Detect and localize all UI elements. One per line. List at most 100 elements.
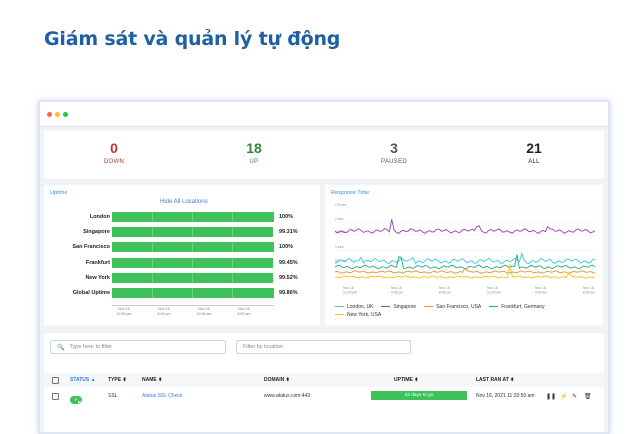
legend-item[interactable]: San Francisco, USA [424,304,481,310]
run-now-icon[interactable]: ⚡ [560,393,567,400]
response-y-tick: 2.5 sec [335,203,347,207]
page-headline: Giám sát và quản lý tự động [44,28,341,50]
uptime-bar-gridline [232,257,233,268]
uptime-bar-gridline [152,242,153,253]
legend-swatch [489,306,499,308]
uptime-bar-gridline [232,272,233,283]
uptime-bar-gridline [192,212,193,222]
uptime-bar-gridline [152,272,153,283]
uptime-bar[interactable] [112,242,274,253]
table-header: STATUS ▲ TYPE ⬍ NAME ⬍ DOMAIN ⬍ UPTIME ⬍… [44,373,604,387]
edit-icon[interactable]: ✎ [572,393,577,400]
type-column-header[interactable]: TYPE ⬍ [108,377,127,383]
response-time-chart: 2.5 sec2 sec1.5 sec1 sec500 msNov 1512:0… [334,203,596,295]
stat-up-label: UP [249,159,259,165]
response-time-legend: London, UK Singapore San Francisco, USA Fra… [335,304,595,318]
search-filter-input[interactable]: 🔍 Type here to filter [50,340,226,354]
search-icon: 🔍 [57,344,65,351]
uptime-bar-gridline [192,242,193,253]
uptime-percentage: 99.86% [279,290,298,296]
table-row[interactable]: ✓ PASS SSL Atatus SSL Check www.atatus.c… [44,389,604,405]
uptime-percentage: 100% [279,244,294,251]
stat-all[interactable]: 21 ALL [464,131,604,179]
response-x-tick: 8:00 pm [439,291,451,295]
uptime-row-label: San Francisco [72,244,110,251]
hide-all-locations-link[interactable]: Hide All Locations [160,199,208,205]
uptime-row-label: London [89,214,110,220]
uptime-bar-gridline [152,227,153,238]
uptime-x-axis [112,305,274,306]
response-x-tick: 12:00 am [487,291,501,295]
uptime-bar-gridline [192,257,193,268]
uptime-bar[interactable] [112,257,274,268]
uptime-bar-gridline [152,257,153,268]
status-summary: 0 DOWN 18 UP 3 PAUSED 21 ALL [44,131,604,179]
uptime-x-tick: Nov 15 6:00 pm [157,307,171,316]
uptime-row-label: Singapore [83,229,110,236]
uptime-percentage: 99.45% [279,259,298,266]
location-filter-input[interactable]: Filter by location [236,340,411,354]
maximize-dot-icon[interactable] [63,111,68,117]
response-x-tick: Nov 16 [487,286,498,290]
uptime-bar[interactable] [112,272,274,283]
uptime-bar[interactable] [112,227,273,238]
checks-table-area: 🔍 Type here to filter Filter by location… [44,333,604,432]
legend-swatch [381,306,391,308]
uptime-bar[interactable] [112,212,274,222]
legend-item[interactable]: New York, USA [335,312,381,318]
stat-down-label: DOWN [103,159,125,165]
uptime-panel-title: Uptime [50,190,68,196]
legend-item[interactable]: London, UK [335,304,373,310]
select-all-checkbox[interactable] [52,377,59,384]
stat-all-value: 21 [526,140,542,156]
uptime-percentage: 99.31% [279,229,298,236]
legend-label: Singapore [393,304,417,310]
domain-column-header[interactable]: DOMAIN ⬍ [264,377,290,383]
response-series-line [334,267,596,274]
response-y-tick: 1 sec [335,245,344,249]
row-type: SSL [108,393,118,399]
legend-label: New York, USA [347,312,382,318]
response-x-tick: 4:00 pm [391,291,403,295]
legend-label: Frankfurt, Germany [501,304,545,310]
response-x-tick: Nov 15 [439,286,450,290]
response-time-panel: Response Time 2.5 sec 2 sec 1.5 sec 1 sec 50… [325,185,603,325]
stat-paused[interactable]: 3 PAUSED [324,131,464,179]
uptime-bar-gridline [152,288,153,298]
response-x-tick: Nov 16 [583,286,594,290]
last-ran-column-header[interactable]: LAST RAN AT ⬍ [476,377,514,383]
delete-icon[interactable]: 🗑 [584,393,592,400]
legend-item[interactable]: Frankfurt, Germany [489,304,545,310]
window-titlebar [40,102,608,127]
pause-icon[interactable]: ❚❚ [546,393,556,400]
legend-item[interactable]: Singapore [381,304,416,310]
uptime-percentage: 99.52% [279,274,298,281]
status-column-header[interactable]: STATUS ▲ [70,377,96,383]
stat-down[interactable]: 0 DOWN [44,131,184,179]
uptime-bar-gridline [232,212,233,222]
uptime-bar-gridline [232,288,233,298]
uptime-x-tick: Nov 15 12:00 pm [116,307,132,316]
uptime-bar-gridline [232,242,233,253]
close-dot-icon[interactable] [47,111,52,117]
legend-label: San Francisco, USA [436,304,482,310]
uptime-column-header[interactable]: UPTIME ⬍ [394,377,418,383]
response-x-tick: Nov 15 [343,286,354,290]
uptime-row-label: Frankfurt [85,259,110,266]
minimize-dot-icon[interactable] [55,111,60,117]
uptime-bar[interactable] [112,288,274,298]
uptime-bar-gridline [232,227,233,238]
charts-area: Uptime Hide All Locations London 100% Sing… [44,185,604,325]
response-x-tick: Nov 15 [391,286,402,290]
response-series-line [334,254,596,270]
response-y-tick: 2 sec [335,217,344,221]
legend-swatch [335,314,344,316]
response-x-tick: 8:00 am [583,291,595,295]
stat-up[interactable]: 18 UP [184,131,324,179]
search-filter-placeholder: Type here to filter [69,344,112,350]
row-checkbox[interactable] [52,393,59,400]
row-name-link[interactable]: Atatus SSL Check [142,393,182,399]
name-column-header[interactable]: NAME ⬍ [142,377,162,383]
uptime-bar-gridline [192,288,193,298]
response-series-line [334,219,596,234]
